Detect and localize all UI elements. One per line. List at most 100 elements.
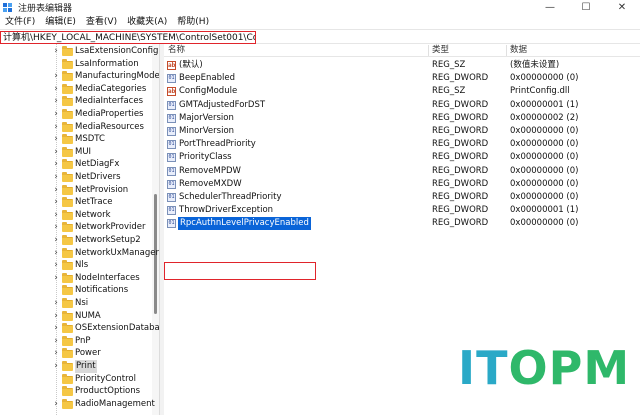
chevron-right-icon[interactable]: › <box>52 70 60 83</box>
binary-value-icon: 01 <box>167 206 176 216</box>
column-type-header[interactable]: 类型 <box>432 44 449 57</box>
value-row[interactable]: 01 GMTAdjustedForDST REG_DWORD 0x00000001 (… <box>164 99 640 112</box>
chevron-right-icon[interactable]: › <box>52 259 60 272</box>
folder-icon <box>62 58 73 69</box>
tree-item[interactable]: › LsaExtensionConfig <box>0 45 158 58</box>
column-divider[interactable] <box>506 45 507 56</box>
value-row[interactable]: ab (默认) REG_SZ (数值未设置) <box>164 59 640 72</box>
chevron-right-icon[interactable]: › <box>52 247 60 260</box>
tree-item[interactable]: › MediaProperties <box>0 108 152 121</box>
chevron-right-icon[interactable]: › <box>52 121 60 134</box>
value-type: REG_DWORD <box>432 112 489 123</box>
value-data: (数值未设置) <box>510 60 560 70</box>
chevron-right-icon[interactable]: › <box>52 297 60 310</box>
menu-view[interactable]: 查看(V) <box>81 15 122 29</box>
value-data: 0x00000000 (0) <box>510 73 579 84</box>
value-row[interactable]: 01 ThrowDriverException REG_DWORD 0x0000000… <box>164 204 640 217</box>
value-row[interactable]: 01 SchedulerThreadPriority REG_DWORD 0x0000… <box>164 191 640 204</box>
minimize-button[interactable]: — <box>532 0 568 15</box>
tree-item[interactable]: › NetProvision <box>0 184 152 197</box>
annotation-highlight-box <box>164 262 316 280</box>
tree-item[interactable]: › Print <box>0 360 152 373</box>
chevron-right-icon[interactable]: › <box>52 398 60 411</box>
column-data-header[interactable]: 数据 <box>510 44 527 57</box>
chevron-right-icon[interactable]: › <box>52 196 60 209</box>
chevron-right-icon[interactable]: › <box>52 360 60 373</box>
tree-item[interactable]: › MediaCategories <box>0 83 152 96</box>
chevron-right-icon[interactable]: › <box>52 133 60 146</box>
tree-scrollbar[interactable] <box>152 44 159 415</box>
tree-item[interactable]: Notifications <box>0 284 152 297</box>
tree-item[interactable]: LsaInformation <box>0 58 152 71</box>
value-name: ConfigModule <box>179 86 238 97</box>
value-row[interactable]: 01 PriorityClass REG_DWORD 0x00000000 (0) <box>164 151 640 164</box>
chevron-right-icon[interactable]: › <box>52 83 60 96</box>
chevron-right-icon[interactable]: › <box>52 158 60 171</box>
value-data: 0x00000000 (0) <box>510 165 579 176</box>
tree-item[interactable]: ProductOptions <box>0 385 152 398</box>
value-row[interactable]: 01 MajorVersion REG_DWORD 0x00000002 (2) <box>164 112 640 125</box>
close-button[interactable]: ✕ <box>604 0 640 15</box>
tree-item-label: MediaProperties <box>75 109 144 119</box>
tree-item[interactable]: › OSExtensionDatabas <box>0 322 159 335</box>
tree-item[interactable]: › PnP <box>0 335 152 348</box>
tree-item[interactable]: › Nls <box>0 259 152 272</box>
address-path[interactable]: 计算机\HKEY_LOCAL_MACHINE\SYSTEM\ControlSet… <box>0 31 256 44</box>
value-row[interactable]: 01 RemoveMPDW REG_DWORD 0x00000000 (0) <box>164 165 640 178</box>
chevron-right-icon[interactable]: › <box>52 335 60 348</box>
tree-item[interactable]: PriorityControl <box>0 373 152 386</box>
menu-favorites[interactable]: 收藏夹(A) <box>122 15 172 29</box>
tree-item-label: NetTrace <box>75 197 113 208</box>
column-divider[interactable] <box>428 45 429 56</box>
tree-item[interactable]: › NetworkSetup2 <box>0 234 152 247</box>
value-row[interactable]: 01 PortThreadPriority REG_DWORD 0x00000000 … <box>164 138 640 151</box>
chevron-right-icon[interactable]: › <box>52 347 60 360</box>
menu-file[interactable]: 文件(F) <box>0 15 40 29</box>
tree-item[interactable]: › NetDiagFx <box>0 158 152 171</box>
value-row[interactable]: ab ConfigModule REG_SZ PrintConfig.dll <box>164 85 640 98</box>
chevron-right-icon[interactable]: › <box>52 184 60 197</box>
tree-item[interactable]: › MediaInterfaces <box>0 95 152 108</box>
tree-item[interactable]: › NetworkUxManager <box>0 247 159 260</box>
tree-item[interactable]: › Nsi <box>0 297 152 310</box>
menu-help[interactable]: 帮助(H) <box>172 15 214 29</box>
chevron-right-icon[interactable]: › <box>52 108 60 121</box>
value-row[interactable]: 01 RemoveMXDW REG_DWORD 0x00000000 (0) <box>164 178 640 191</box>
tree-item[interactable]: › RadioManagement <box>0 398 155 411</box>
chevron-right-icon[interactable]: › <box>52 95 60 108</box>
tree-item[interactable]: › NodeInterfaces <box>0 272 152 285</box>
tree-item-label: Power <box>75 348 101 359</box>
value-row[interactable]: 01 RpcAuthnLevelPrivacyEnabled REG_DWORD 0x… <box>164 217 640 231</box>
chevron-right-icon[interactable]: › <box>52 310 60 323</box>
key-tree: › LsaExtensionConfig LsaInformation › Manufa… <box>0 44 160 415</box>
value-type: REG_DWORD <box>432 139 489 150</box>
tree-item-label: RadioManagement <box>75 398 155 409</box>
tree-item[interactable]: › NetworkProvider <box>0 221 152 234</box>
tree-item[interactable]: › Network <box>0 209 152 222</box>
value-name: PriorityClass <box>179 152 232 163</box>
value-type: REG_SZ <box>432 86 466 97</box>
menu-edit[interactable]: 编辑(E) <box>40 15 81 29</box>
column-name-header[interactable]: 名称 <box>168 44 185 57</box>
tree-item[interactable]: › Power <box>0 347 152 360</box>
chevron-right-icon[interactable]: › <box>52 272 60 285</box>
tree-item[interactable]: › NetDrivers <box>0 171 152 184</box>
chevron-right-icon[interactable]: › <box>52 146 60 159</box>
chevron-right-icon[interactable]: › <box>52 171 60 184</box>
maximize-button[interactable]: ☐ <box>568 0 604 15</box>
tree-item[interactable]: › MUI <box>0 146 152 159</box>
folder-icon <box>62 172 73 182</box>
tree-item[interactable]: › MediaResources <box>0 121 152 134</box>
chevron-right-icon[interactable]: › <box>52 234 60 247</box>
value-row[interactable]: 01 MinorVersion REG_DWORD 0x00000000 (0) <box>164 125 640 138</box>
binary-value-icon: 01 <box>167 179 176 189</box>
value-row[interactable]: 01 BeepEnabled REG_DWORD 0x00000000 (0) <box>164 72 640 85</box>
tree-item[interactable]: › NetTrace <box>0 196 152 209</box>
chevron-right-icon[interactable]: › <box>52 221 60 234</box>
chevron-right-icon[interactable]: › <box>52 322 60 335</box>
chevron-right-icon[interactable]: › <box>52 209 60 222</box>
tree-item[interactable]: › ManufacturingMode <box>0 70 159 83</box>
tree-item[interactable]: › NUMA <box>0 310 152 323</box>
tree-item[interactable]: › MSDTC <box>0 133 152 146</box>
chevron-right-icon[interactable]: › <box>52 45 60 58</box>
